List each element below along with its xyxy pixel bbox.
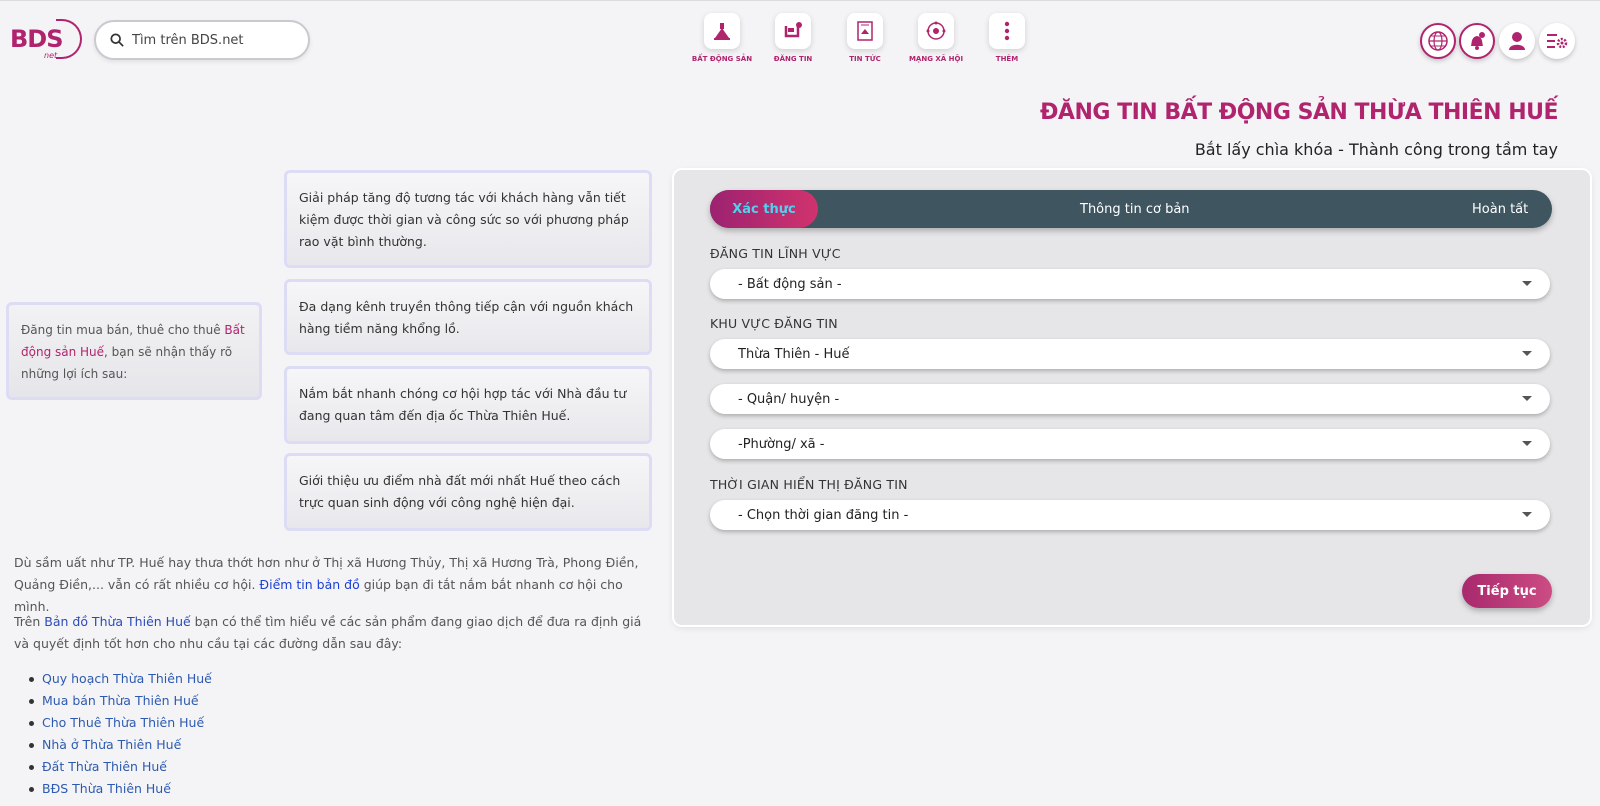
bell-icon[interactable]	[1459, 23, 1495, 59]
list-item-link[interactable]: Cho Thuê Thừa Thiên Huế	[29, 712, 212, 734]
list-item-link[interactable]: BĐS Thừa Thiên Huế	[29, 778, 212, 800]
nav-label: THÊM	[995, 55, 1019, 63]
nav-label: ĐĂNG TIN	[773, 55, 813, 63]
more-icon	[989, 13, 1025, 49]
nav-mang-xa-hoi[interactable]: MẠNG XÃ HỘI	[896, 13, 976, 63]
social-icon	[918, 13, 954, 49]
province-select[interactable]: Thừa Thiên - Huế	[710, 339, 1550, 369]
step-thong-tin-co-ban[interactable]: Thông tin cơ bản	[1080, 190, 1190, 228]
time-select-value: - Chọn thời gian đăng tin -	[738, 507, 909, 523]
link-ban-do[interactable]: Bản đồ Thừa Thiên Huế	[44, 614, 190, 629]
logo-mark	[56, 19, 82, 59]
logo[interactable]: BDS net	[10, 19, 82, 63]
settings-icon[interactable]	[1539, 23, 1575, 59]
benefit-card: Nắm bắt nhanh chóng cơ hội hợp tác với N…	[284, 366, 652, 444]
paragraph-opportunity: Dù sầm uất như TP. Huế hay thưa thớt hơn…	[14, 552, 654, 618]
list-item-link[interactable]: Đất Thừa Thiên Huế	[29, 756, 212, 778]
link-diem-tin-ban-do[interactable]: Điểm tin bản đồ	[259, 577, 359, 592]
nav-bat-dong-san[interactable]: BẤT ĐỘNG SẢN	[682, 13, 762, 63]
nav-label: BẤT ĐỘNG SẢN	[691, 55, 753, 63]
step-hoan-tat[interactable]: Hoàn tất	[1472, 190, 1528, 228]
section-label-time: THỜI GIAN HIỂN THỊ ĐĂNG TIN	[710, 477, 908, 492]
step-xac-thuc[interactable]: Xác thực	[710, 190, 818, 228]
benefit-card: Đa dạng kênh truyền thông tiếp cận với n…	[284, 279, 652, 355]
step-progress: Xác thực Thông tin cơ bản Hoàn tất	[710, 190, 1552, 228]
paragraph-map: Trên Bản đồ Thừa Thiên Huế bạn có thể tì…	[14, 611, 654, 655]
field-select[interactable]: - Bất động sản -	[710, 269, 1550, 299]
benefit-card: Giới thiệu ưu điểm nhà đất mới nhất Huế …	[284, 453, 652, 531]
logo-text: BDS	[10, 25, 63, 53]
related-links: Quy hoạch Thừa Thiên Huế Mua bán Thừa Th…	[29, 668, 212, 800]
para2-text: Trên	[14, 614, 45, 629]
house-icon	[704, 13, 740, 49]
next-button[interactable]: Tiếp tục	[1462, 574, 1552, 608]
chevron-down-icon	[1522, 512, 1532, 517]
nav-label: MẠNG XÃ HỘI	[908, 55, 964, 63]
field-select-value: - Bất động sản -	[738, 276, 842, 292]
post-form-panel: Xác thực Thông tin cơ bản Hoàn tất ĐĂNG …	[674, 170, 1590, 625]
list-item-link[interactable]: Quy hoạch Thừa Thiên Huế	[29, 668, 212, 690]
search-input[interactable]	[132, 32, 292, 48]
intro-text: Đăng tin mua bán, thuê cho thuê	[21, 323, 225, 337]
list-item-link[interactable]: Nhà ở Thừa Thiên Huế	[29, 734, 212, 756]
district-select[interactable]: - Quận/ huyện -	[710, 384, 1550, 414]
time-select[interactable]: - Chọn thời gian đăng tin -	[710, 500, 1550, 530]
post-icon	[775, 13, 811, 49]
nav-tin-tuc[interactable]: TIN TỨC	[825, 13, 905, 63]
chevron-down-icon	[1522, 281, 1532, 286]
search-box[interactable]	[94, 20, 310, 60]
news-icon	[847, 13, 883, 49]
section-label-field: ĐĂNG TIN LĨNH VỰC	[710, 246, 841, 261]
ward-select-value: -Phường/ xã -	[738, 436, 825, 452]
nav-them[interactable]: THÊM	[967, 13, 1047, 63]
intro-box: Đăng tin mua bán, thuê cho thuê Bất động…	[6, 302, 262, 400]
chevron-down-icon	[1522, 441, 1532, 446]
globe-icon[interactable]	[1420, 23, 1456, 59]
section-label-area: KHU VỰC ĐĂNG TIN	[710, 316, 838, 331]
user-icon[interactable]	[1499, 23, 1535, 59]
chevron-down-icon	[1522, 396, 1532, 401]
nav-label: TIN TỨC	[849, 55, 881, 63]
chevron-down-icon	[1522, 351, 1532, 356]
page-title: ĐĂNG TIN BẤT ĐỘNG SẢN THỪA THIÊN HUẾ	[1039, 100, 1559, 125]
top-header: BDS net BẤT ĐỘNG SẢN ĐĂNG TIN TIN TỨC MẠ…	[0, 0, 1600, 80]
benefit-card: Giải pháp tăng độ tương tác với khách hà…	[284, 170, 652, 268]
page-subtitle: Bắt lấy chìa khóa - Thành công trong tầm…	[1194, 140, 1558, 159]
search-icon	[110, 33, 124, 47]
list-item-link[interactable]: Mua bán Thừa Thiên Huế	[29, 690, 212, 712]
province-select-value: Thừa Thiên - Huế	[738, 346, 850, 362]
nav-dang-tin[interactable]: ĐĂNG TIN	[753, 13, 833, 63]
ward-select[interactable]: -Phường/ xã -	[710, 429, 1550, 459]
district-select-value: - Quận/ huyện -	[738, 391, 840, 407]
